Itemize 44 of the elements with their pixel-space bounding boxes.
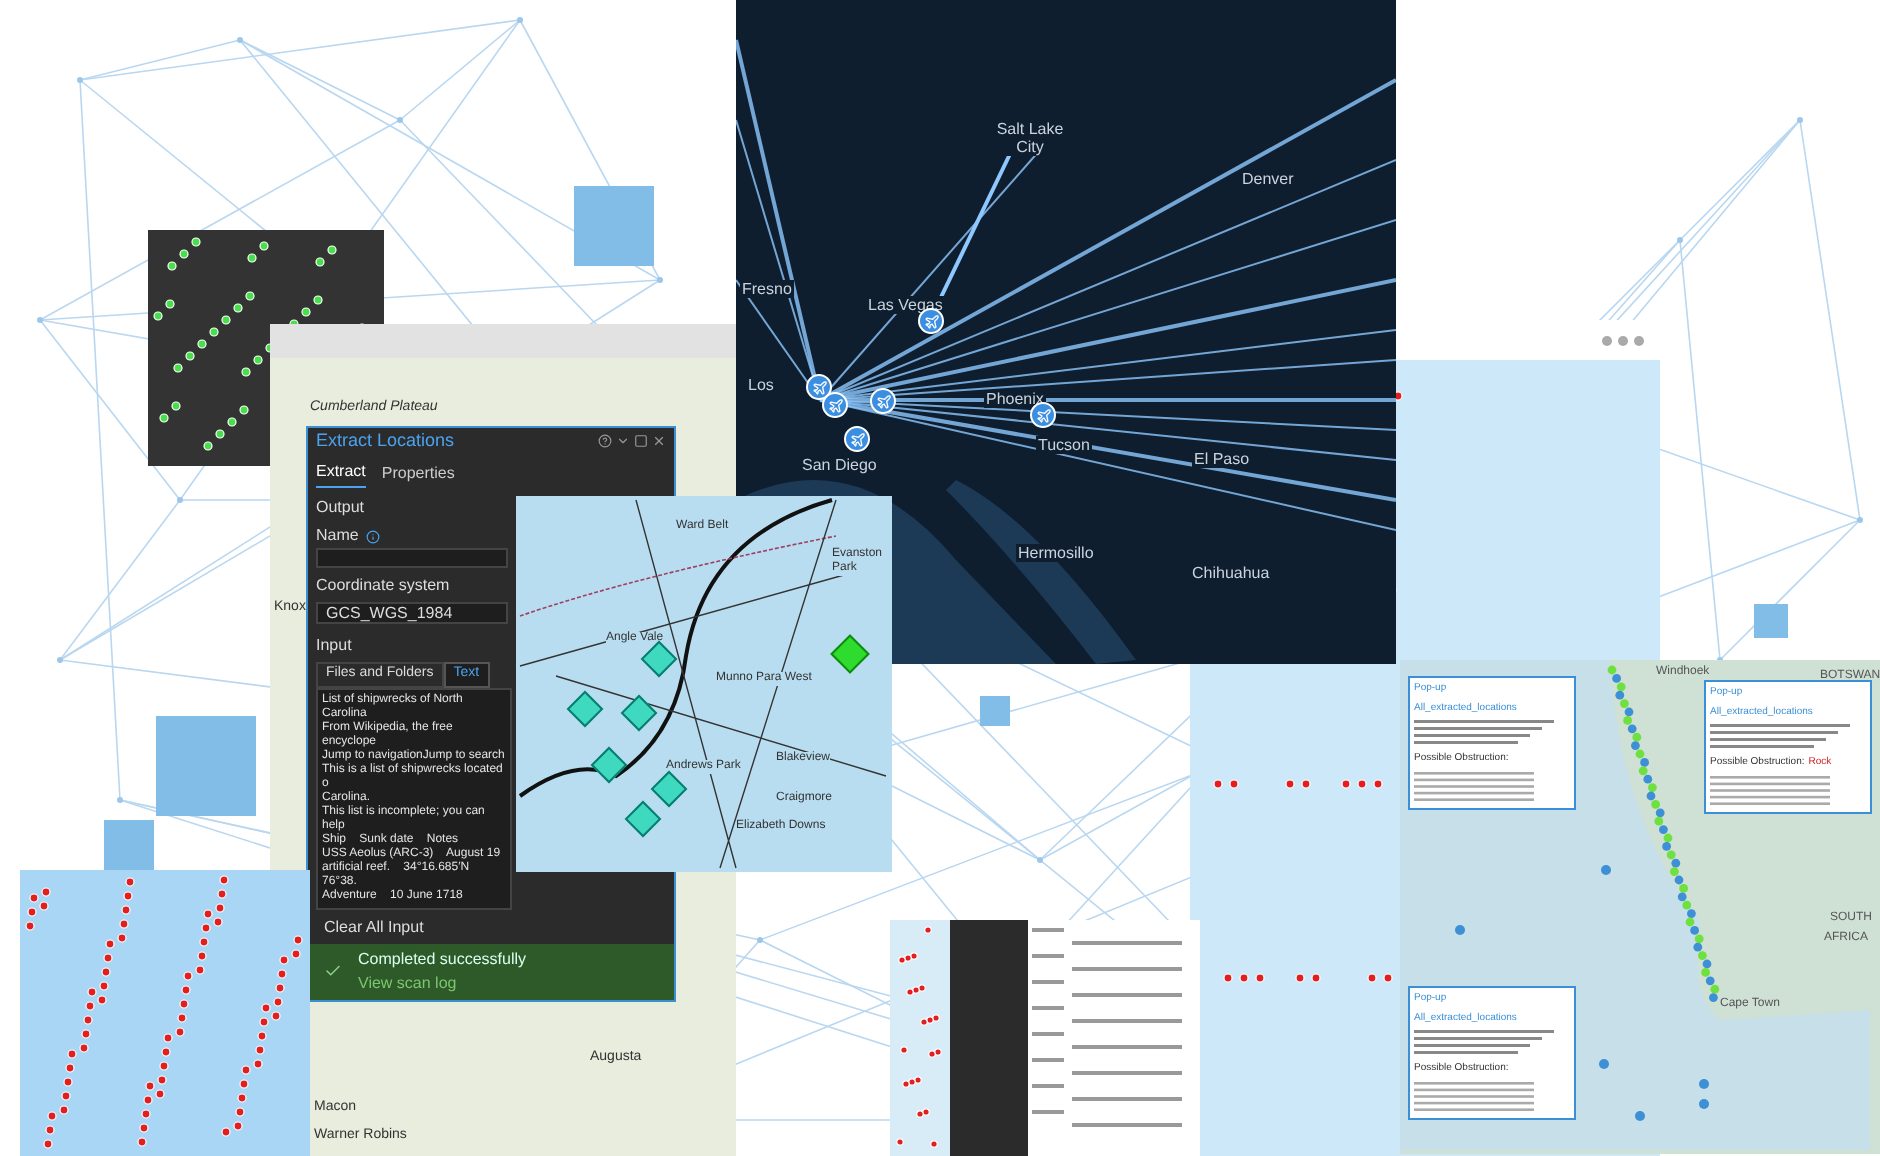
dropdown-icon[interactable] [616, 434, 630, 448]
panel-tab[interactable]: Properties [381, 460, 455, 488]
diamond-marker-icon [620, 694, 658, 732]
airport-icon [806, 374, 832, 400]
city-label: Fresno [740, 280, 794, 298]
field-label: Coordinate system [316, 574, 452, 598]
clear-all-input-button[interactable]: Clear All Input [316, 915, 432, 939]
city-label: San Diego [800, 456, 879, 474]
location-dot-icon [1599, 1059, 1609, 1069]
city-label: Hermosillo [1016, 544, 1096, 562]
status-message: Completed successfully [358, 947, 527, 971]
section-heading: Output [316, 496, 365, 520]
location-dot-icon [1699, 1079, 1709, 1089]
location-dot-icon [1699, 1099, 1709, 1109]
location-dot-icon [1455, 925, 1465, 935]
panel-tab[interactable]: Extract [316, 460, 366, 488]
text-input-area[interactable] [316, 687, 512, 909]
section-heading: Input [316, 634, 352, 658]
check-icon [324, 962, 342, 980]
airport-icon [870, 388, 896, 414]
help-icon[interactable] [598, 434, 612, 448]
city-label: Tucson [1036, 436, 1092, 454]
square-shape [574, 186, 654, 266]
airport-icon [822, 392, 848, 418]
square-shape [1754, 604, 1788, 638]
info-icon[interactable] [366, 529, 381, 543]
square-shape [104, 820, 154, 870]
coordinate-system-field[interactable]: GCS_WGS_1984 [316, 602, 508, 624]
maximize-icon[interactable] [634, 434, 648, 448]
city-label: Phoenix [984, 390, 1046, 408]
location-dot-icon [1601, 865, 1611, 875]
close-icon[interactable] [652, 434, 666, 448]
square-shape [980, 696, 1010, 726]
square-shape [156, 716, 256, 816]
panel-title: Extract Locations [316, 427, 455, 454]
city-label: El Paso [1192, 450, 1252, 468]
city-label: Chihuahua [1190, 564, 1272, 582]
field-label: Name [316, 524, 359, 548]
airport-icon [844, 426, 870, 452]
airport-icon [1030, 402, 1056, 428]
location-dot-icon [1635, 1111, 1645, 1121]
view-scan-log-link[interactable]: View scan log [358, 971, 527, 995]
city-label: Los [746, 376, 776, 394]
city-label: Denver [1240, 170, 1296, 188]
